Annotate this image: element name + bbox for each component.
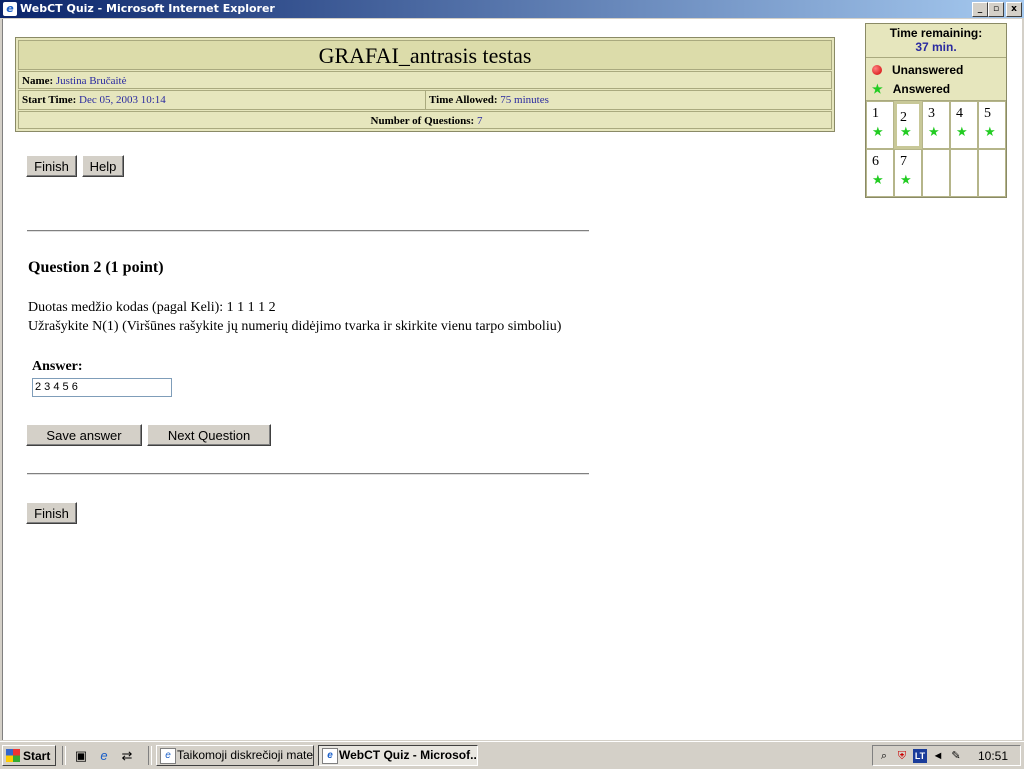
time-allowed-value: 75 minutes	[500, 94, 549, 106]
answered-star-icon: ★	[984, 124, 996, 139]
name-label: Name:	[22, 75, 54, 87]
answer-input[interactable]: 2 3 4 5 6	[32, 378, 172, 397]
next-question-button[interactable]: Next Question	[147, 424, 271, 446]
task-webct-quiz[interactable]: e WebCT Quiz - Microsof...	[318, 745, 478, 766]
quiz-status-panel: Time remaining: 37 min. Unanswered ★ Answ…	[865, 23, 1007, 198]
question-link-2[interactable]: 2 ★	[894, 101, 922, 149]
answered-star-icon: ★	[900, 172, 912, 187]
question-navigator: 1 ★ 2 ★ 3 ★ 4 ★ 5 ★ 6 ★ 7 ★	[866, 101, 1006, 197]
taskbar-separator	[148, 746, 152, 765]
answered-star-icon: ★	[956, 124, 968, 139]
tools-icon[interactable]: ✎	[949, 749, 963, 763]
save-answer-button[interactable]: Save answer	[26, 424, 142, 446]
close-button[interactable]: x	[1006, 2, 1022, 17]
finish-button-top[interactable]: Finish	[26, 155, 77, 177]
clock: 10:51	[977, 749, 1008, 763]
number-of-questions-row: Number of Questions: 7	[18, 111, 832, 129]
question-text: Duotas medžio kodas (pagal Keli): 1 1 1 …	[28, 298, 561, 336]
question-link-6[interactable]: 6 ★	[866, 149, 894, 197]
taskbar-separator	[62, 746, 66, 765]
legend-answered: Answered	[892, 81, 951, 96]
answered-star-icon: ★	[928, 124, 940, 139]
question-link-3[interactable]: 3 ★	[922, 101, 950, 149]
time-allowed-label: Time Allowed:	[429, 94, 498, 106]
window-title-bar[interactable]: e WebCT Quiz - Microsoft Internet Explor…	[0, 0, 1024, 18]
num-questions-label: Number of Questions:	[370, 115, 475, 127]
time-remaining-value: 37 min.	[915, 40, 957, 54]
legend-unanswered: Unanswered	[892, 62, 964, 77]
show-desktop-icon[interactable]: ▣	[73, 748, 89, 764]
ie-icon: e	[3, 2, 17, 16]
divider	[27, 230, 589, 232]
ie-icon: e	[160, 748, 176, 764]
unanswered-dot-icon	[872, 64, 882, 75]
divider	[27, 473, 589, 475]
question-link-5[interactable]: 5 ★	[978, 101, 1006, 149]
start-label: Start	[23, 749, 51, 763]
quiz-title: GRAFAI_antrasis testas	[18, 40, 832, 70]
volume-icon[interactable]: ◄	[931, 749, 945, 763]
shield-tray-icon[interactable]: ⛨	[895, 749, 909, 763]
browser-content: GRAFAI_antrasis testas Name: Justina Bru…	[2, 19, 1022, 740]
num-questions-value: 7	[476, 115, 483, 127]
answered-star-icon: ★	[872, 124, 884, 139]
time-remaining: Time remaining: 37 min.	[866, 24, 1006, 58]
taskbar: Start ▣ e ⇄ e Taikomoji diskrečioji mate…	[0, 741, 1024, 769]
time-remaining-label: Time remaining:	[889, 26, 983, 40]
network-icon[interactable]: ⇄	[119, 748, 135, 764]
ie-quicklaunch-icon[interactable]: e	[96, 748, 112, 764]
search-tray-icon[interactable]: ⌕	[877, 749, 891, 763]
windows-flag-icon	[6, 749, 20, 762]
minimize-button[interactable]: _	[972, 2, 988, 17]
window-title: WebCT Quiz - Microsoft Internet Explorer	[20, 2, 275, 15]
restore-button[interactable]: ▫	[988, 2, 1004, 17]
task-label: WebCT Quiz - Microsof...	[339, 748, 478, 762]
question-link-4[interactable]: 4 ★	[950, 101, 978, 149]
start-button[interactable]: Start	[2, 745, 56, 766]
time-row: Start Time: Dec 05, 2003 10:14 Time Allo…	[18, 90, 832, 110]
question-link-7[interactable]: 7 ★	[894, 149, 922, 197]
finish-button-bottom[interactable]: Finish	[26, 502, 77, 524]
question-line-2: Užrašykite N(1) (Viršūnes rašykite jų nu…	[28, 319, 562, 334]
start-time-value: Dec 05, 2003 10:14	[79, 94, 166, 106]
question-link-1[interactable]: 1 ★	[866, 101, 894, 149]
empty-cell	[950, 149, 978, 197]
answered-star-icon: ★	[872, 172, 884, 187]
start-time-label: Start Time:	[22, 94, 77, 106]
task-label: Taikomoji diskrečioji mate...	[177, 748, 314, 762]
language-indicator[interactable]: LT	[913, 749, 927, 763]
answered-star-icon: ★	[900, 124, 912, 139]
empty-cell	[978, 149, 1006, 197]
help-button[interactable]: Help	[82, 155, 124, 177]
answered-star-icon: ★	[872, 81, 883, 96]
quiz-header: GRAFAI_antrasis testas Name: Justina Bru…	[15, 37, 835, 132]
task-taikomoji[interactable]: e Taikomoji diskrečioji mate...	[156, 745, 314, 766]
question-title: Question 2 (1 point)	[28, 259, 164, 276]
legend: Unanswered ★ Answered	[866, 58, 1006, 101]
empty-cell	[922, 149, 950, 197]
ie-icon: e	[322, 748, 338, 764]
name-value: Justina Bručaitė	[55, 75, 127, 87]
name-row: Name: Justina Bručaitė	[18, 71, 832, 89]
system-tray: ⌕ ⛨ LT ◄ ✎ 10:51	[872, 745, 1021, 766]
answer-label: Answer:	[32, 359, 83, 374]
question-line-1: Duotas medžio kodas (pagal Keli): 1 1 1 …	[28, 300, 276, 315]
